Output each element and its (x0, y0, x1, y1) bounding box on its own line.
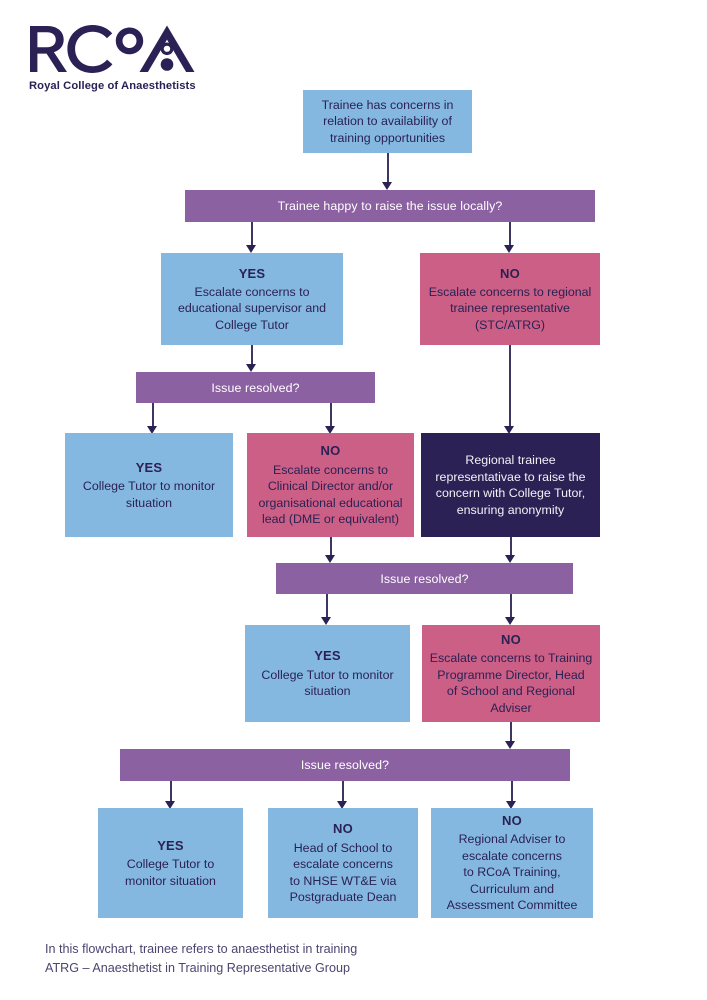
arrowhead-decision4 (505, 741, 515, 749)
connector-decision4-yes (170, 781, 172, 801)
node-row3-no: NO Escalate concerns to Training Program… (422, 625, 600, 722)
rcoa-logo-mark (30, 25, 195, 73)
decision-bar-1: Trainee happy to raise the issue locally… (185, 190, 595, 222)
node-row3-yes-body: College Tutor to monitor situation (261, 667, 394, 699)
node-row4-yes-title: YES (157, 837, 184, 853)
node-row4-yes-body: College Tutor to monitor situation (125, 857, 216, 888)
connector-decision1-no (509, 222, 511, 245)
connector-decision3-yes (326, 594, 328, 617)
flowchart-page: Royal College of Anaesthetists Trainee h… (0, 0, 707, 1000)
decision-bar-4-label: Issue resolved? (300, 758, 390, 772)
connector-decision2-yes (152, 403, 154, 426)
node-row3-yes: YES College Tutor to monitor situation (245, 625, 410, 722)
connector-decision2-no (330, 403, 332, 426)
decision-bar-3-label: Issue resolved? (380, 571, 469, 586)
arrowhead-decision1 (382, 182, 392, 190)
connector-decision3-no (510, 594, 512, 617)
connector-navy-to-decision3 (510, 537, 512, 555)
node-row4-no1-title: NO (333, 821, 353, 837)
node-row2-yes: YES College Tutor to monitor situation (65, 433, 233, 537)
node-row1-no: NO Escalate concerns to regional trainee… (420, 253, 600, 345)
node-row1-yes: YES Escalate concerns to educational sup… (161, 253, 343, 345)
node-row1-no-body: Escalate concerns to regional trainee re… (428, 284, 592, 332)
decision-bar-1-label: Trainee happy to raise the issue locally… (277, 199, 503, 213)
connector-decision1-yes (251, 222, 253, 245)
logo-subtitle: Royal College of Anaesthetists (29, 80, 196, 92)
arrowhead-decision3-right (505, 555, 515, 563)
rcoa-logo: Royal College of Anaesthetists (28, 24, 228, 98)
node-row1-yes-title: YES (238, 265, 266, 281)
decision-bar-3: Issue resolved? (276, 563, 573, 594)
node-row4-yes: YES College Tutor to monitor situation (98, 808, 243, 918)
decision-bar-2-label: Issue resolved? (211, 380, 300, 395)
connector-row1no-to-navy (509, 345, 511, 426)
node-row3-no-title: NO (501, 631, 521, 647)
node-row2-yes-title: YES (135, 459, 163, 475)
node-row1-no-title: NO (500, 265, 520, 281)
arrowhead-row1-yes (246, 245, 256, 253)
connector-row3no-to-decision4 (510, 722, 512, 741)
node-start-body: Trainee has concerns in relation to avai… (321, 97, 454, 145)
node-row4-no2-title: NO (502, 813, 522, 829)
connector-row2no-to-decision3 (330, 537, 332, 555)
node-row4-no1-body: Head of School to escalate concerns to N… (289, 840, 397, 905)
decision-bar-4: Issue resolved? (120, 749, 570, 781)
arrowhead-row1-no (504, 245, 514, 253)
arrowhead-decision3-left (325, 555, 335, 563)
node-row4-no2: NO Regional Adviser to escalate concerns… (431, 808, 593, 918)
node-start: Trainee has concerns in relation to avai… (303, 90, 472, 153)
connector-start-to-decision1 (387, 153, 389, 182)
node-row4-no2-body: Regional Adviser to escalate concerns to… (446, 832, 578, 913)
arrowhead-decision2 (246, 364, 256, 372)
node-row2-no: NO Escalate concerns to Clinical Directo… (247, 433, 414, 537)
decision-bar-2: Issue resolved? (136, 372, 375, 403)
arrowhead-row3-no (505, 617, 515, 625)
node-row1-yes-body: Escalate concerns to educational supervi… (177, 284, 327, 332)
node-row2-navy-body: Regional trainee representativae to rais… (435, 453, 586, 517)
connector-row1yes-to-decision2 (251, 345, 253, 364)
arrowhead-row3-yes (321, 617, 331, 625)
connector-decision4-no1 (342, 781, 344, 801)
node-row2-navy: Regional trainee representativae to rais… (421, 433, 600, 537)
node-row4-no1: NO Head of School to escalate concerns t… (268, 808, 418, 918)
node-row2-no-title: NO (320, 443, 341, 459)
node-row3-no-body: Escalate concerns to Training Programme … (429, 651, 593, 715)
connector-decision4-no2 (511, 781, 513, 801)
node-row3-yes-title: YES (314, 648, 341, 664)
footnote-text: In this flowchart, trainee refers to ana… (45, 942, 358, 975)
node-row2-yes-body: College Tutor to monitor situation (82, 479, 216, 510)
node-row2-no-body: Escalate concerns to Clinical Director a… (258, 462, 403, 527)
